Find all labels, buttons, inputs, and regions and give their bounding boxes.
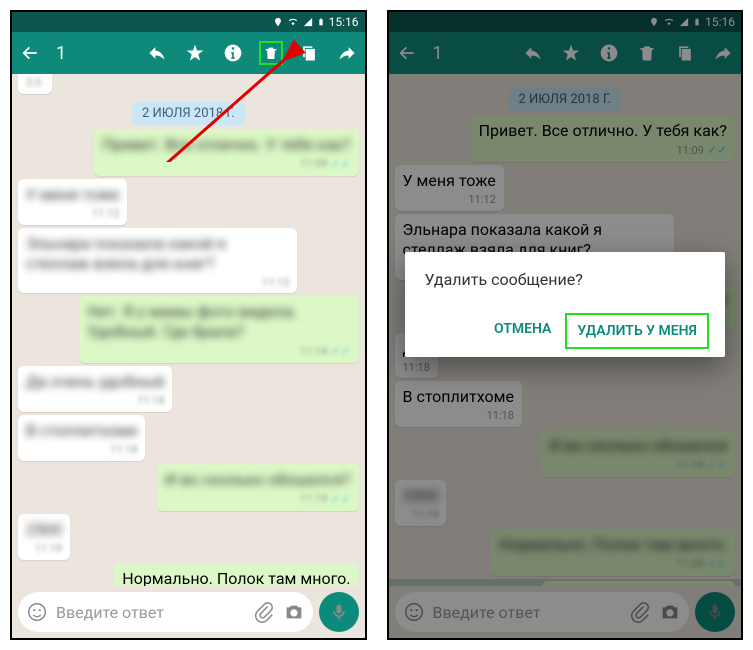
selection-count: 1 [56,43,137,64]
message-in[interactable]: В стоплитхоме11:18 [18,415,359,461]
dialog-title: Удалить сообщение? [425,270,710,289]
message-in[interactable]: Да очень удобный11:18 [18,366,359,412]
mic-button[interactable] [319,592,359,632]
screenshot-left: 15:16 1 2:3. 2 ИЮЛЯ 2018 Г. Привет. Все … [10,10,367,640]
camera-icon[interactable] [283,601,305,623]
clock: 15:16 [329,15,359,29]
info-icon[interactable] [221,41,245,65]
composer: Введите ответ [12,586,365,638]
status-bar: 15:16 [12,12,365,32]
star-icon[interactable] [183,41,207,65]
message-out[interactable]: Привет. Все отлично. У тебя как?11:09✓✓ [18,129,359,176]
date-separator: 2 ИЮЛЯ 2018 Г. [18,102,359,121]
message-out[interactable]: Нет. Я у мамы фото видела. Удобный. Где … [18,296,359,363]
forward-icon[interactable] [335,41,359,65]
delete-dialog: Удалить сообщение? ОТМЕНА УДАЛИТЬ У МЕНЯ [405,252,726,357]
attach-icon[interactable] [253,601,275,623]
screenshot-right: 15:16 1 2 ИЮЛЯ 2018 Г. Привет. Все отлич… [387,10,744,640]
message-out[interactable]: Нормально. Полок там много.11:20✓✓ [18,563,359,587]
message-in[interactable]: 250011:19 [18,514,359,560]
delete-for-me-button[interactable]: УДАЛИТЬ У МЕНЯ [565,313,709,349]
message-input[interactable]: Введите ответ [18,592,313,632]
message-out[interactable]: И во сколько обошелся?11:19✓✓ [18,464,359,511]
location-icon [273,17,283,27]
battery-icon [317,16,325,28]
reply-icon[interactable] [145,41,169,65]
delete-icon[interactable] [259,41,283,65]
selection-toolbar: 1 [12,32,365,74]
message-in[interactable]: У меня тоже11:12 [18,179,359,225]
signal-icon [303,17,313,27]
chat-area: 2:3. 2 ИЮЛЯ 2018 Г. Привет. Все отлично.… [12,74,365,586]
cancel-button[interactable]: ОТМЕНА [484,313,561,349]
back-icon[interactable] [18,41,42,65]
wifi-icon [287,17,299,27]
message-in[interactable]: Эльнара показала какой я стеллаж взяла д… [18,228,359,294]
copy-icon[interactable] [297,41,321,65]
emoji-icon[interactable] [26,601,48,623]
input-placeholder: Введите ответ [56,603,245,622]
